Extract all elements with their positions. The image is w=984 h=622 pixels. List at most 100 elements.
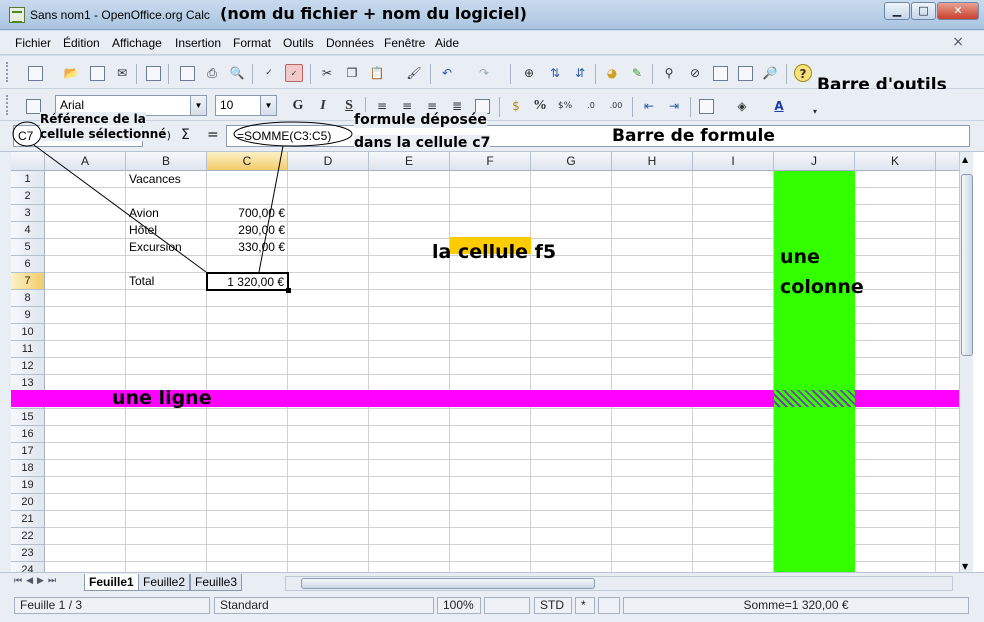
cell-b3[interactable]: Avion — [126, 205, 207, 222]
row-header-5[interactable]: 5 — [11, 239, 45, 256]
chevron-down-icon[interactable]: ▼ — [260, 96, 276, 115]
vertical-scrollbar[interactable]: ▲ ▼ — [959, 152, 973, 578]
cell-c4[interactable]: 290,00 € — [207, 222, 288, 239]
row-header-23[interactable]: 23 — [11, 545, 45, 562]
column-header-c[interactable]: C — [207, 152, 288, 171]
autospellcheck-icon[interactable]: ✓ — [285, 64, 303, 82]
status-page-style[interactable]: Standard — [214, 597, 434, 614]
italic-button[interactable]: I — [314, 97, 332, 115]
menu-fichier[interactable]: Fichier — [15, 36, 51, 50]
horizontal-scrollbar[interactable] — [285, 576, 953, 591]
vertical-scroll-thumb[interactable] — [961, 174, 973, 356]
column-header-k[interactable]: K — [855, 152, 936, 171]
formula-input[interactable]: =SOMME(C3:C5) — [226, 125, 970, 147]
row-header-21[interactable]: 21 — [11, 511, 45, 528]
row-header-20[interactable]: 20 — [11, 494, 45, 511]
menu-edition[interactable]: Édition — [63, 36, 100, 50]
fill-handle[interactable] — [286, 288, 291, 293]
menu-affichage[interactable]: Affichage — [112, 36, 162, 50]
row-header-9[interactable]: 9 — [11, 307, 45, 324]
zoom-icon[interactable]: 🔎 — [761, 64, 779, 82]
row-header-1[interactable]: 1 — [11, 171, 45, 188]
font-color-icon[interactable]: A — [770, 97, 788, 115]
maximize-button[interactable]: □ — [911, 2, 936, 20]
increase-indent-icon[interactable]: ⇥ — [665, 97, 683, 115]
currency-format-icon[interactable]: $ — [507, 97, 525, 115]
edit-file-icon[interactable] — [144, 64, 162, 82]
cell-b7[interactable]: Total — [126, 273, 207, 290]
row-header-12[interactable]: 12 — [11, 358, 45, 375]
cell-c3[interactable]: 700,00 € — [207, 205, 288, 222]
clone-formatting-icon[interactable]: 🖌 — [405, 64, 423, 82]
undo-icon[interactable]: ↶ — [438, 64, 456, 82]
percent-format-button[interactable]: % — [531, 97, 549, 115]
menu-insertion[interactable]: Insertion — [175, 36, 221, 50]
spellcheck-icon[interactable]: ✓ — [260, 64, 278, 82]
cell-b4[interactable]: Hôtel — [126, 222, 207, 239]
menu-outils[interactable]: Outils — [283, 36, 314, 50]
column-header-d[interactable]: D — [288, 152, 369, 171]
decrease-indent-icon[interactable]: ⇤ — [640, 97, 658, 115]
horizontal-scroll-thumb[interactable] — [301, 578, 595, 589]
sum-icon[interactable]: Σ — [181, 127, 190, 143]
column-header-e[interactable]: E — [369, 152, 450, 171]
status-selection-mode[interactable]: STD — [534, 597, 572, 614]
row-header-2[interactable]: 2 — [11, 188, 45, 205]
scroll-up-icon[interactable]: ▲ — [962, 155, 968, 164]
scroll-down-icon[interactable]: ▼ — [962, 562, 968, 571]
status-signature[interactable] — [598, 597, 620, 614]
row-header-16[interactable]: 16 — [11, 426, 45, 443]
menu-fenetre[interactable]: Fenêtre — [384, 36, 425, 50]
sheet-tab-feuille2[interactable]: Feuille2 — [138, 574, 191, 591]
sheet-tab-feuille3[interactable]: Feuille3 — [190, 574, 243, 591]
delete-decimal-icon[interactable]: .00 — [607, 97, 625, 115]
navigator-icon[interactable]: ⊘ — [686, 64, 704, 82]
chevron-down-icon[interactable]: ▼ — [190, 96, 206, 115]
data-sources-icon[interactable] — [736, 64, 754, 82]
minimize-button[interactable]: ▁ — [884, 2, 910, 20]
bold-button[interactable]: G — [289, 97, 307, 115]
background-color-icon[interactable]: ◈ — [733, 97, 751, 115]
toolbar-grip[interactable] — [6, 62, 10, 82]
sheet-navigation-icons[interactable]: ⏮◀▶⏭ — [14, 576, 60, 586]
sort-descending-icon[interactable]: ⇵ — [571, 64, 589, 82]
status-insert-mode[interactable] — [484, 597, 530, 614]
add-decimal-icon[interactable]: .0 — [582, 97, 600, 115]
find-replace-icon[interactable]: ⚲ — [660, 64, 678, 82]
status-zoom[interactable]: 100% — [437, 597, 481, 614]
menu-aide[interactable]: Aide — [435, 36, 459, 50]
select-all-corner[interactable] — [11, 152, 45, 171]
open-icon[interactable]: 📂 — [62, 64, 80, 82]
row-header-15[interactable]: 15 — [11, 409, 45, 426]
row-header-19[interactable]: 19 — [11, 477, 45, 494]
redo-icon[interactable]: ↷ — [475, 64, 493, 82]
cell-c5[interactable]: 330,00 € — [207, 239, 288, 256]
new-document-icon[interactable] — [26, 64, 44, 82]
column-header-f[interactable]: F — [450, 152, 531, 171]
row-header-10[interactable]: 10 — [11, 324, 45, 341]
close-button[interactable]: ✕ — [937, 2, 979, 20]
menu-format[interactable]: Format — [233, 36, 271, 50]
row-header-4[interactable]: 4 — [11, 222, 45, 239]
save-icon[interactable] — [88, 64, 106, 82]
font-size-field[interactable]: 10 ▼ — [215, 95, 277, 116]
sheet-tab-feuille1[interactable]: Feuille1 — [84, 574, 139, 591]
show-draw-functions-icon[interactable]: ✎ — [628, 64, 646, 82]
print-icon[interactable]: ⎙ — [203, 64, 221, 82]
column-header-a[interactable]: A — [45, 152, 126, 171]
menu-donnees[interactable]: Données — [326, 36, 374, 50]
number-format-icon[interactable]: $% — [556, 97, 574, 115]
row-header-3[interactable]: 3 — [11, 205, 45, 222]
row-header-7[interactable]: 7 — [11, 273, 45, 290]
toolbar-options-icon[interactable]: ▾ — [806, 103, 824, 121]
row-header-11[interactable]: 11 — [11, 341, 45, 358]
paste-icon[interactable]: 📋 — [368, 64, 386, 82]
print-preview-icon[interactable]: 🔍 — [228, 64, 246, 82]
borders-icon[interactable] — [697, 97, 715, 115]
hyperlink-icon[interactable]: ⊕ — [520, 64, 538, 82]
function-equals-icon[interactable]: = — [207, 127, 219, 143]
email-icon[interactable]: ✉ — [113, 64, 131, 82]
row-header-8[interactable]: 8 — [11, 290, 45, 307]
row-header-17[interactable]: 17 — [11, 443, 45, 460]
chart-icon[interactable]: ◕ — [603, 64, 621, 82]
